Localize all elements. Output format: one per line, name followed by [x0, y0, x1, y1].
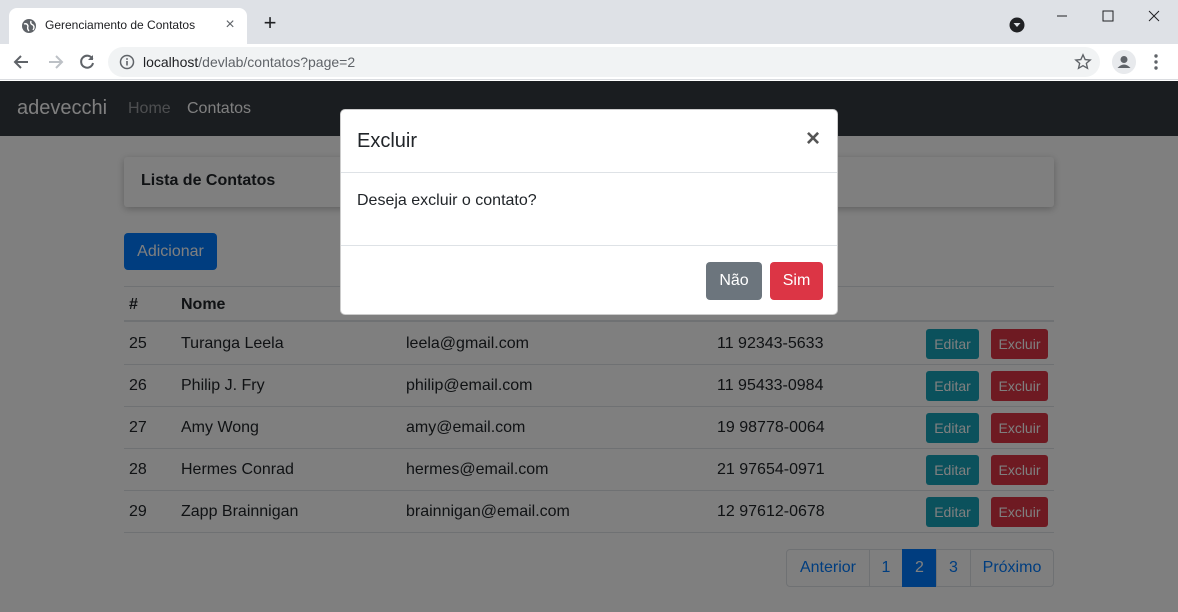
maximize-button[interactable]	[1092, 4, 1124, 28]
yes-button[interactable]: Sim	[770, 262, 823, 300]
modal-title: Excluir	[357, 130, 418, 152]
url-host: localhost	[143, 54, 199, 70]
reload-icon[interactable]	[77, 52, 97, 72]
browser-toolbar: localhost/devlab/contatos?page=2	[0, 44, 1178, 80]
chevron-down-icon[interactable]	[1009, 17, 1025, 33]
arrow-left-icon[interactable]	[12, 52, 32, 72]
close-icon	[1148, 10, 1160, 22]
url-text: localhost/devlab/contatos?page=2	[143, 54, 355, 70]
tab-title: Gerenciamento de Contatos	[45, 18, 196, 32]
modal-message: Deseja excluir o contato?	[357, 192, 537, 209]
minimize-icon	[1057, 15, 1067, 17]
page-viewport: adevecchi Home Contatos Lista de Contato…	[0, 81, 1178, 612]
delete-modal: Excluir × Deseja excluir o contato? Não …	[340, 109, 838, 315]
close-window-button[interactable]	[1138, 4, 1170, 28]
close-icon[interactable]: ×	[803, 127, 823, 151]
avatar-icon[interactable]	[1112, 50, 1136, 74]
kebab-menu-icon[interactable]	[1146, 52, 1166, 72]
no-button[interactable]: Não	[706, 262, 762, 300]
arrow-right-icon[interactable]	[45, 52, 65, 72]
minimize-button[interactable]	[1046, 4, 1078, 28]
url-path: /devlab/contatos?page=2	[198, 54, 356, 70]
browser-tab[interactable]: Gerenciamento de Contatos ×	[9, 8, 247, 44]
plus-icon[interactable]: +	[259, 12, 281, 34]
globe-icon	[22, 19, 36, 33]
browser-tabstrip: Gerenciamento de Contatos × +	[0, 0, 1178, 44]
address-bar[interactable]: localhost/devlab/contatos?page=2	[108, 47, 1100, 77]
close-icon[interactable]: ×	[221, 16, 239, 34]
modal-footer: Não Sim	[341, 245, 837, 315]
modal-header: Excluir ×	[341, 110, 837, 173]
info-icon[interactable]	[119, 54, 135, 70]
maximize-icon	[1102, 10, 1114, 22]
star-icon[interactable]	[1074, 53, 1092, 71]
